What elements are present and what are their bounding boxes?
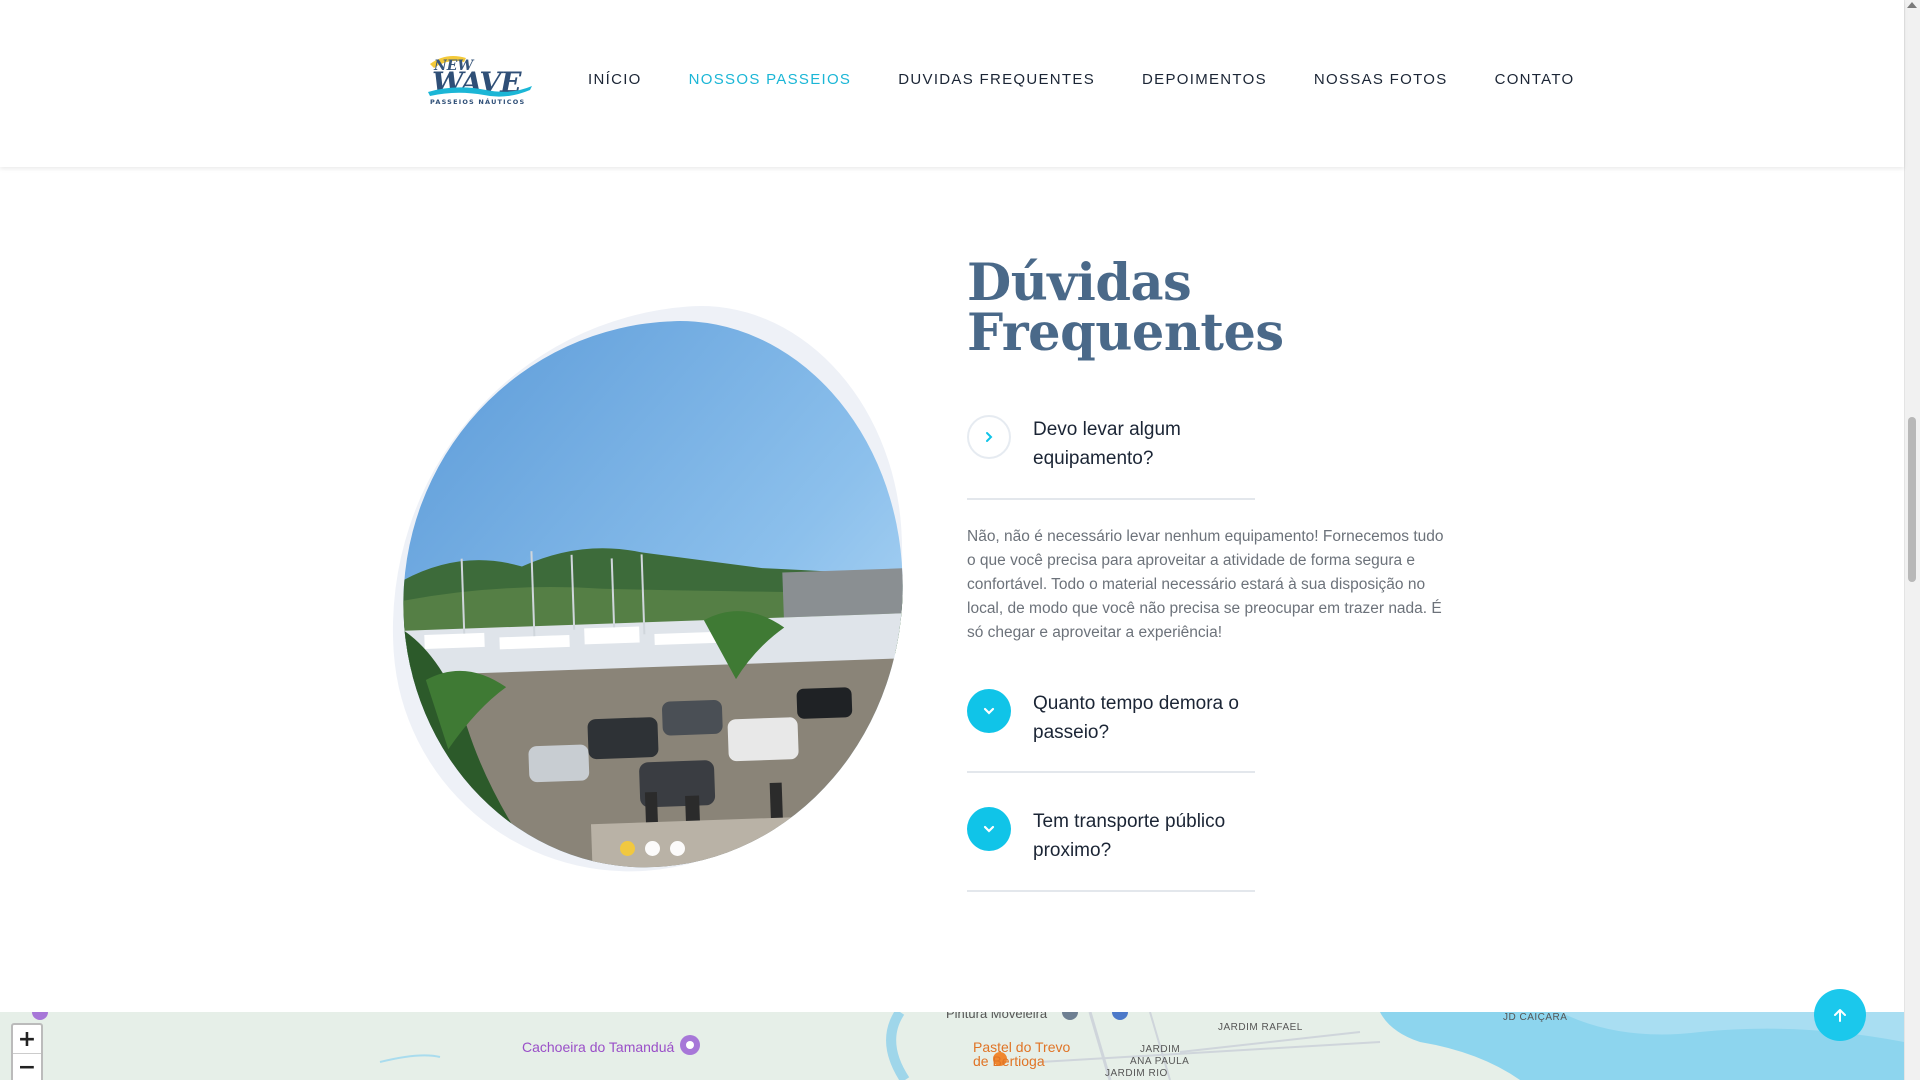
faq-title-line-2: Frequentes	[967, 303, 1284, 363]
nav-contato[interactable]: CONTATO	[1495, 71, 1575, 88]
page: NEW WAVE PASSEIOS NÁUTICOS INÍCIO NOSSOS…	[0, 0, 1920, 1080]
map-label-cachoeira[interactable]: Cachoeira do Tamanduá	[522, 1039, 674, 1055]
map-label-jardim-ana-2: ANA PAULA	[1130, 1056, 1190, 1067]
svg-text:PASSEIOS NÁUTICOS: PASSEIOS NÁUTICOS	[430, 97, 525, 106]
main-nav: INÍCIO NOSSOS PASSEIOS DUVIDAS FREQUENTE…	[588, 71, 1575, 88]
faq-divider-1	[967, 498, 1255, 500]
nav-duvidas-frequentes[interactable]: DUVIDAS FREQUENTES	[898, 71, 1095, 88]
nav-depoimentos[interactable]: DEPOIMENTOS	[1142, 71, 1267, 88]
nav-nossos-passeios[interactable]: NOSSOS PASSEIOS	[689, 71, 852, 88]
faq-question-1[interactable]: Devo levar algum equipamento?	[967, 415, 1255, 473]
faq-question-3-line-2: proximo?	[1033, 840, 1112, 861]
back-to-top-button[interactable]	[1814, 989, 1866, 1041]
slider-dots	[620, 841, 685, 856]
scrollbar-thumb[interactable]	[1908, 417, 1916, 582]
map-label-jardim-rafael: JARDIM RAFAEL	[1218, 1022, 1303, 1033]
faq-item-1: Devo levar algum equipamento?	[967, 415, 1255, 473]
faq-question-1-text: Devo levar algum equipamento?	[1033, 415, 1181, 473]
slider-dot-1[interactable]	[620, 841, 635, 856]
arrow-up-icon	[1834, 1009, 1846, 1022]
map-label-pastel-2[interactable]: de Bertioga	[973, 1053, 1045, 1069]
map-label-jardim-rio-1: JARDIM RIO	[1105, 1068, 1168, 1079]
faq-question-3-text: Tem transporte público proximo?	[1033, 807, 1225, 865]
faq-divider-3	[967, 890, 1255, 892]
faq-item-3: Tem transporte público proximo?	[967, 807, 1255, 865]
faq-question-1-line-1: Devo levar algum	[1033, 419, 1181, 440]
faq-question-2-line-2: passeio?	[1033, 722, 1110, 743]
nav-nossas-fotos[interactable]: NOSSAS FOTOS	[1314, 71, 1448, 88]
faq-answer-1: Não, não é necessário levar nenhum equip…	[967, 528, 1444, 641]
faq-title: Dúvidas Frequentes	[967, 258, 1284, 359]
faq-question-2-text: Quanto tempo demora o passeio?	[1033, 689, 1239, 747]
map-label-jardim-ana-1: JARDIM	[1140, 1044, 1181, 1055]
faq-question-1-line-2: equipamento?	[1033, 448, 1154, 469]
zoom-in-button[interactable]: +	[13, 1025, 41, 1053]
chevron-right-icon[interactable]	[967, 415, 1011, 459]
nav-inicio[interactable]: INÍCIO	[588, 71, 642, 88]
new-wave-logo[interactable]: NEW WAVE PASSEIOS NÁUTICOS	[426, 50, 536, 108]
slider-dot-3[interactable]	[670, 841, 685, 856]
map-zoom-control: + −	[11, 1023, 43, 1080]
faq-question-2-line-1: Quanto tempo demora o	[1033, 693, 1239, 714]
site-header: NEW WAVE PASSEIOS NÁUTICOS INÍCIO NOSSOS…	[0, 0, 1904, 167]
chevron-down-icon[interactable]	[967, 807, 1011, 851]
map-label-pintura: Pintura Moveleira	[946, 1012, 1048, 1021]
slider-dot-2[interactable]	[645, 841, 660, 856]
chevron-down-icon[interactable]	[967, 689, 1011, 733]
scroll-up-arrow-icon[interactable]	[1907, 2, 1917, 8]
map-label-jd-caicara: JD CAIÇARA	[1503, 1012, 1568, 1023]
faq-question-2[interactable]: Quanto tempo demora o passeio?	[967, 689, 1255, 747]
zoom-out-button[interactable]: −	[13, 1053, 41, 1080]
faq-question-3-line-1: Tem transporte público	[1033, 811, 1226, 832]
faq-item-2: Quanto tempo demora o passeio?	[967, 689, 1255, 747]
faq-divider-2	[967, 771, 1255, 773]
location-map[interactable]: Cachoeira do Tamanduá Pastel do Trevo de…	[0, 1012, 1904, 1080]
faq-question-3[interactable]: Tem transporte público proximo?	[967, 807, 1255, 865]
